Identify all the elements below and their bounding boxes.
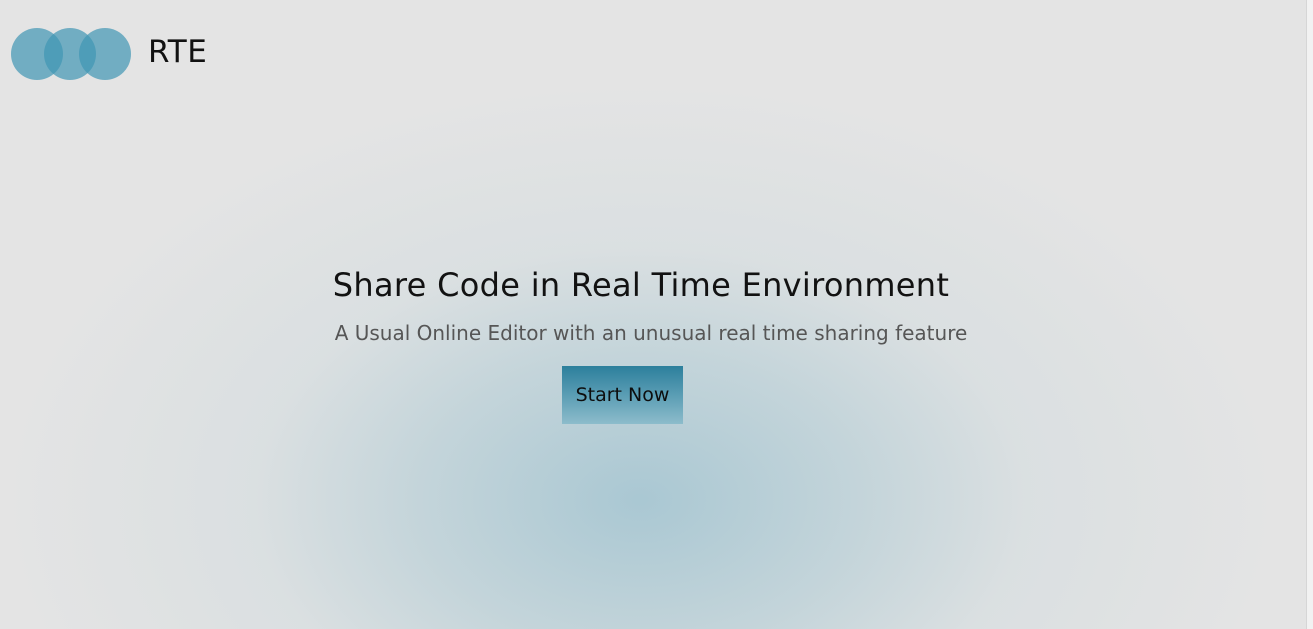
hero-subtitle: A Usual Online Editor with an unusual re… [334, 321, 968, 345]
rte-logo-icon[interactable] [11, 28, 131, 82]
site-header: RTE [0, 0, 1306, 108]
brand-name[interactable]: RTE [148, 34, 207, 70]
hero-title: Share Code in Real Time Environment [332, 266, 950, 304]
vertical-scrollbar[interactable] [1306, 0, 1313, 629]
logo-circle-right [79, 28, 131, 80]
landing-page: RTE Share Code in Real Time Environment … [0, 0, 1313, 629]
start-now-button[interactable]: Start Now [562, 366, 683, 424]
